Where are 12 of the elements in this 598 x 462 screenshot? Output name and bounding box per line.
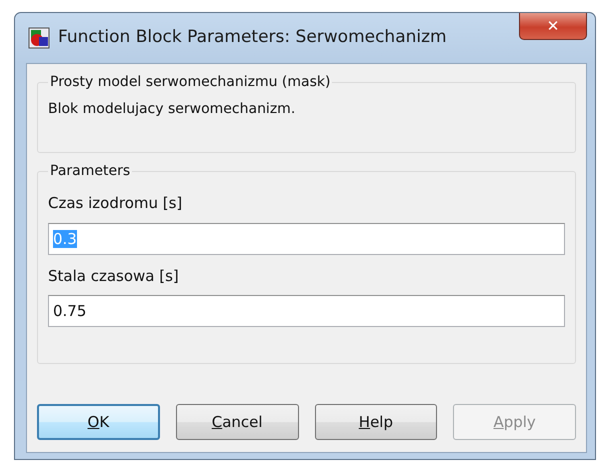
- group-title: Prosty model serwomechanizmu (mask): [49, 73, 332, 92]
- field-label: Czas izodromu [s]: [48, 193, 184, 214]
- dialog-button[interactable]: OK: [37, 404, 160, 440]
- input-field[interactable]: 0.75: [48, 295, 565, 327]
- dialog-button[interactable]: Cancel: [176, 404, 299, 440]
- block-icon: [28, 27, 50, 49]
- field-label: Stala czasowa [s]: [48, 266, 180, 286]
- close-button[interactable]: ✕: [519, 13, 587, 40]
- dialog-button[interactable]: Help: [314, 404, 438, 440]
- window-title: Function Block Parameters: Serwomechanizm: [58, 26, 447, 50]
- group-title: Parameters: [49, 162, 132, 181]
- description-text: Blok modelujacy serwomechanizm.: [48, 100, 296, 119]
